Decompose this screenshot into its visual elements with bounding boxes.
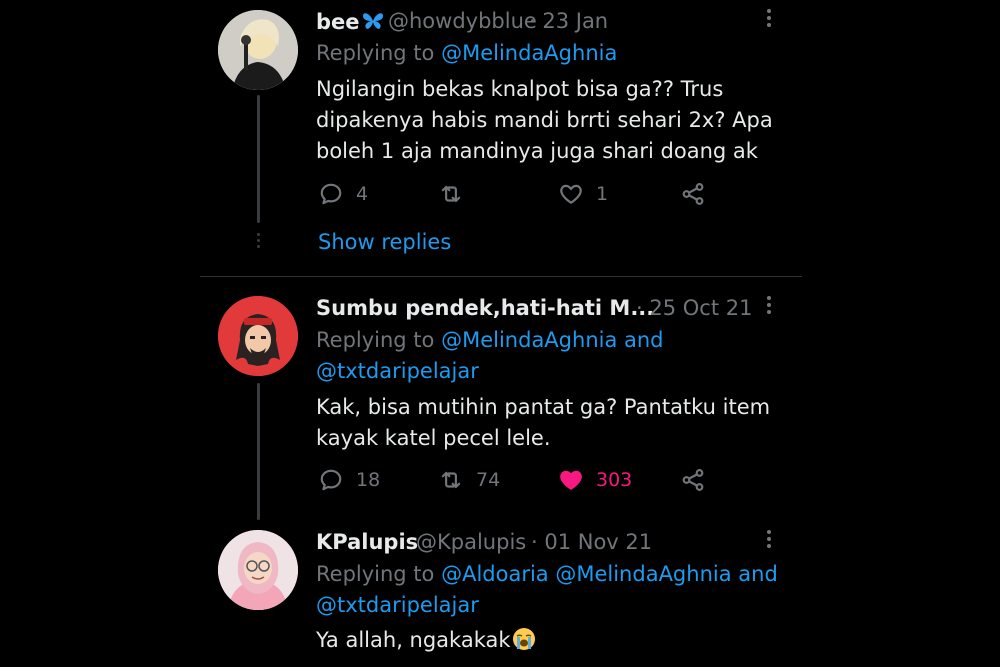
retweet-button[interactable]: [438, 181, 476, 207]
tweet-text: Ya allah, ngakakak: [316, 627, 536, 655]
retweet-count: 74: [476, 469, 501, 491]
reply-count: 18: [356, 469, 381, 491]
thread-connector-line: [257, 95, 260, 223]
reply-icon: [320, 183, 342, 205]
replying-to: Replying to @MelindaAghnia: [316, 41, 618, 65]
like-button[interactable]: 303: [558, 467, 632, 493]
like-button[interactable]: 1: [558, 181, 608, 207]
show-replies-link[interactable]: Show replies: [318, 232, 451, 253]
share-button[interactable]: [680, 181, 706, 207]
tweet-date[interactable]: · 23 Jan: [529, 11, 608, 32]
tweet-handle[interactable]: @howdybblue: [388, 11, 537, 32]
mention-link[interactable]: @MelindaAghnia and: [441, 328, 663, 352]
mention-link[interactable]: @MelindaAghnia: [441, 41, 617, 65]
more-options-icon[interactable]: [767, 296, 771, 317]
replying-to: Replying to @MelindaAghnia and: [316, 328, 664, 352]
mention-link[interactable]: @txtdaripelajar: [316, 361, 479, 382]
tweet-handle[interactable]: @Kpalupis: [416, 532, 526, 553]
more-options-icon[interactable]: [767, 9, 771, 30]
heart-icon: [560, 184, 582, 204]
more-options-icon[interactable]: [767, 530, 771, 551]
reply-icon: [320, 469, 342, 491]
tweet-text: Kak, bisa mutihin pantat ga? Pantatku it…: [316, 395, 771, 450]
tweet-text: Ngilangin bekas knalpot bisa ga?? Trus d…: [316, 77, 773, 163]
like-count: 303: [596, 469, 633, 491]
like-count: 1: [596, 183, 609, 205]
share-icon: [682, 183, 704, 205]
mention-link[interactable]: @txtdaripelajar: [316, 595, 479, 616]
heart-filled-icon: [560, 470, 582, 490]
tweet-date[interactable]: · 01 Nov 21: [531, 532, 652, 553]
tweet-display-name[interactable]: bee: [316, 11, 384, 35]
retweet-button[interactable]: 74: [438, 467, 500, 493]
mention-link[interactable]: @Aldoaria @MelindaAghnia and: [441, 562, 778, 586]
share-icon: [682, 469, 704, 491]
avatar[interactable]: [218, 10, 298, 90]
tweet-display-name[interactable]: Sumbu pendek,hati-hati M...: [316, 298, 654, 319]
reply-button[interactable]: 18: [318, 467, 380, 493]
thread-gap-dots: [257, 233, 260, 251]
tweet-display-name[interactable]: KPalupis: [316, 532, 418, 553]
butterfly-icon: [362, 11, 384, 35]
retweet-icon: [441, 185, 461, 203]
loudly-crying-face-icon: [512, 627, 536, 655]
thread-connector-line: [257, 383, 260, 520]
replying-to: Replying to @Aldoaria @MelindaAghnia and: [316, 562, 778, 586]
tweet-divider: [200, 276, 802, 277]
reply-button[interactable]: 4: [318, 181, 368, 207]
share-button[interactable]: [680, 467, 706, 493]
tweet-date[interactable]: · 25 Oct 21: [636, 298, 752, 319]
retweet-icon: [441, 471, 461, 489]
avatar[interactable]: [218, 530, 298, 610]
avatar[interactable]: [218, 296, 298, 376]
reply-count: 4: [356, 183, 369, 205]
